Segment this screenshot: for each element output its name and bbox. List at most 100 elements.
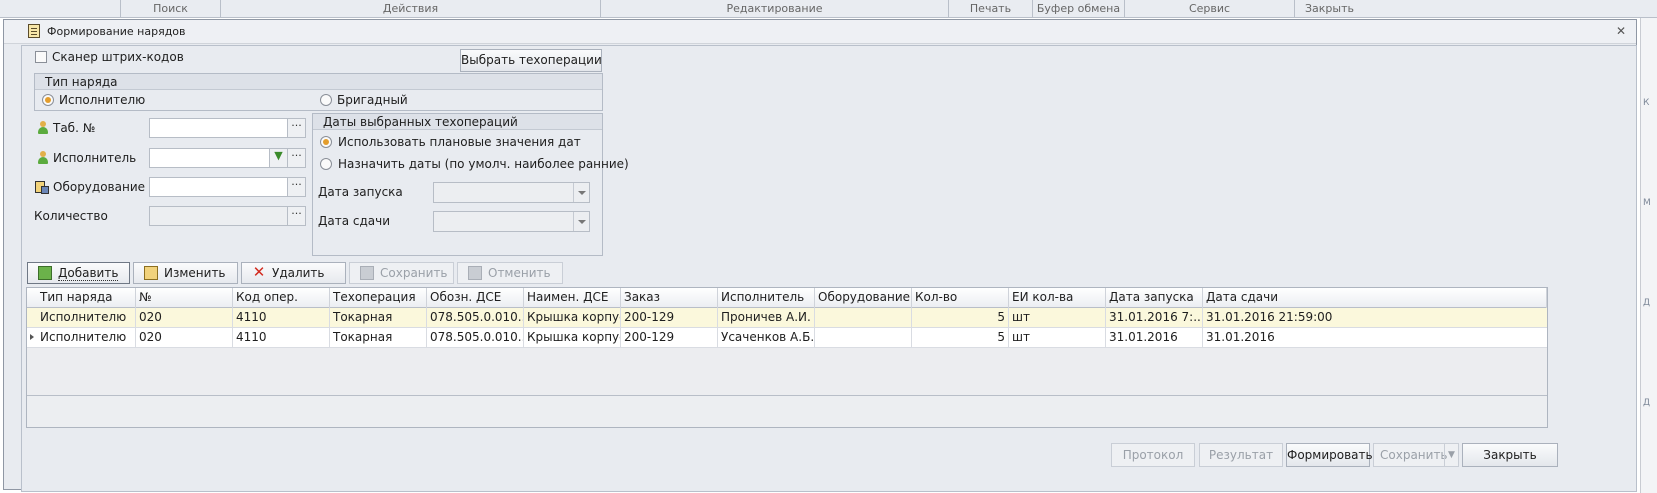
bg-side-letter: Д: [1643, 298, 1651, 308]
edit-button[interactable]: Изменить: [133, 262, 238, 284]
table-row[interactable]: Исполнителю 020 4110 Токарная 078.505.0.…: [27, 328, 1547, 348]
background-right-panel: К М Д Д: [1640, 18, 1657, 493]
cell-due-date[interactable]: 31.01.2016: [1203, 328, 1547, 347]
cancel-button[interactable]: Отменить: [457, 262, 563, 284]
cell-order-type[interactable]: Исполнителю: [37, 328, 136, 347]
cell-quantity[interactable]: 5: [912, 328, 1009, 347]
chevron-down-icon[interactable]: [573, 183, 589, 202]
column-header-executor[interactable]: Исполнитель: [718, 288, 815, 308]
due-date-combo[interactable]: [433, 211, 590, 232]
close-icon[interactable]: ✕: [1614, 24, 1628, 38]
calculator-icon: [28, 24, 40, 38]
equipment-label: Оборудование: [53, 180, 145, 194]
delete-x-icon: ✕: [252, 263, 266, 281]
cell-number[interactable]: 020: [136, 328, 233, 347]
chevron-down-icon[interactable]: [573, 212, 589, 231]
save-button-label: Сохранить: [380, 266, 448, 280]
barcode-scanner-checkbox[interactable]: [35, 51, 47, 63]
cell-order[interactable]: 200-129: [621, 308, 718, 327]
cell-start-date[interactable]: 31.01.2016 7:...: [1106, 308, 1203, 327]
equipment-ellipsis-button[interactable]: ···: [287, 178, 305, 196]
add-button[interactable]: Добавить: [27, 262, 130, 284]
cell-start-date[interactable]: 31.01.2016: [1106, 328, 1203, 347]
column-header-operation[interactable]: Техоперация: [330, 288, 427, 308]
cell-unit[interactable]: шт: [1009, 328, 1106, 347]
order-type-executor-label[interactable]: Исполнителю: [59, 93, 145, 107]
column-header-order[interactable]: Заказ: [621, 288, 718, 308]
column-header-dse-name[interactable]: Наимен. ДСЕ: [524, 288, 621, 308]
save-split-button-label: Сохранить: [1380, 448, 1448, 462]
cell-due-date[interactable]: 31.01.2016 21:59:00: [1203, 308, 1547, 327]
column-header-dse-code[interactable]: Обозн. ДСЕ: [427, 288, 524, 308]
column-header-start-date[interactable]: Дата запуска: [1106, 288, 1203, 308]
filter-icon[interactable]: ▼: [269, 149, 287, 167]
edit-icon: [144, 266, 158, 280]
due-date-label: Дата сдачи: [318, 214, 391, 228]
column-header-quantity[interactable]: Кол-во: [912, 288, 1009, 308]
dialog-body: Сканер штрих-кодов Выбрать техоперации Т…: [21, 45, 1637, 492]
start-date-combo[interactable]: [433, 182, 590, 203]
order-type-brigade-radio[interactable]: [320, 94, 332, 106]
row-indicator: [27, 308, 37, 327]
delete-button-label: Удалить: [272, 266, 325, 280]
column-header-number[interactable]: №: [136, 288, 233, 308]
use-plan-dates-radio[interactable]: [320, 136, 332, 148]
user-icon: [37, 151, 49, 165]
order-type-title: Тип наряда: [35, 74, 602, 90]
result-button[interactable]: Результат: [1199, 443, 1283, 467]
cell-order[interactable]: 200-129: [621, 328, 718, 347]
cell-number[interactable]: 020: [136, 308, 233, 327]
bg-menu-close: Закрыть: [1294, 0, 1364, 17]
protocol-button[interactable]: Протокол: [1111, 443, 1195, 467]
assign-dates-label[interactable]: Назначить даты (по умолч. наиболее ранни…: [338, 157, 629, 171]
column-header-unit[interactable]: ЕИ кол-ва: [1009, 288, 1106, 308]
cell-quantity[interactable]: 5: [912, 308, 1009, 327]
cell-executor[interactable]: Проничев А.И.: [718, 308, 815, 327]
cell-dse-code[interactable]: 078.505.0.010...: [427, 308, 524, 327]
cell-equipment[interactable]: [815, 308, 912, 327]
column-header-order-type[interactable]: Тип наряда: [37, 288, 136, 308]
select-operations-button[interactable]: Выбрать техоперации: [460, 49, 602, 72]
dialog-titlebar: Формирование нарядов ✕: [4, 20, 1636, 44]
quantity-ellipsis-button[interactable]: ···: [287, 207, 305, 225]
bg-menu-clipboard: Буфер обмена: [1032, 0, 1124, 17]
column-header-equipment[interactable]: Оборудование: [815, 288, 912, 308]
chevron-down-icon[interactable]: ▼: [1444, 444, 1458, 466]
quantity-field[interactable]: ···: [149, 206, 306, 226]
bg-side-letter: Д: [1643, 398, 1651, 408]
use-plan-dates-label[interactable]: Использовать плановые значения дат: [338, 135, 581, 149]
delete-button[interactable]: ✕ Удалить: [241, 262, 346, 284]
cell-op-code[interactable]: 4110: [233, 328, 330, 347]
close-button[interactable]: Закрыть: [1462, 443, 1558, 467]
executor-field[interactable]: ▼ ···: [149, 148, 306, 168]
order-type-executor-radio[interactable]: [42, 94, 54, 106]
cell-operation[interactable]: Токарная: [330, 308, 427, 327]
order-type-brigade-label[interactable]: Бригадный: [337, 93, 408, 107]
cell-executor[interactable]: Усаченков А.Б.: [718, 328, 815, 347]
cell-dse-name[interactable]: Крышка корпуса: [524, 308, 621, 327]
current-row-indicator-icon: [27, 328, 37, 347]
tab-number-ellipsis-button[interactable]: ···: [287, 119, 305, 137]
equipment-field[interactable]: ···: [149, 177, 306, 197]
dialog-title: Формирование нарядов: [47, 25, 186, 38]
save-split-button[interactable]: Сохранить ▼: [1373, 443, 1459, 467]
cell-unit[interactable]: шт: [1009, 308, 1106, 327]
cell-operation[interactable]: Токарная: [330, 328, 427, 347]
add-document-icon: [38, 266, 52, 280]
cell-dse-code[interactable]: 078.505.0.010...: [427, 328, 524, 347]
assign-dates-radio[interactable]: [320, 158, 332, 170]
table-row[interactable]: Исполнителю 020 4110 Токарная 078.505.0.…: [27, 308, 1547, 328]
cell-equipment[interactable]: [815, 328, 912, 347]
cell-dse-name[interactable]: Крышка корпуса: [524, 328, 621, 347]
tab-number-field[interactable]: ···: [149, 118, 306, 138]
form-button[interactable]: Формировать: [1286, 443, 1373, 467]
cell-order-type[interactable]: Исполнителю: [37, 308, 136, 327]
save-button[interactable]: Сохранить: [349, 262, 454, 284]
bg-menu-actions: Действия: [220, 0, 600, 17]
cell-op-code[interactable]: 4110: [233, 308, 330, 327]
bg-menu-print: Печать: [948, 0, 1032, 17]
grid-header: Тип наряда № Код опер. Техоперация Обозн…: [27, 288, 1547, 308]
column-header-due-date[interactable]: Дата сдачи: [1203, 288, 1547, 308]
executor-ellipsis-button[interactable]: ···: [287, 149, 305, 167]
column-header-op-code[interactable]: Код опер.: [233, 288, 330, 308]
